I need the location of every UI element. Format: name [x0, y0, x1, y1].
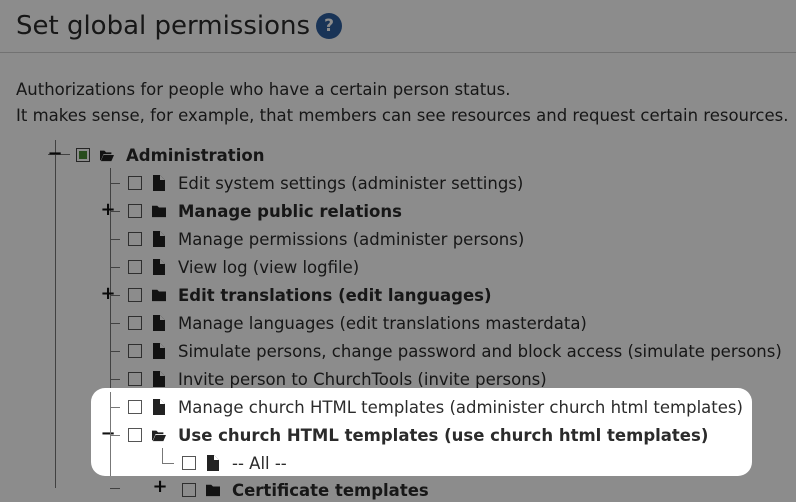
sub-line: [162, 448, 163, 464]
sub-branch: [162, 463, 174, 464]
highlight-layer: Manage church HTML templates (administer…: [0, 0, 796, 488]
file-icon: [153, 399, 165, 415]
permission-checkbox[interactable]: [128, 400, 142, 414]
tree-item-label: Manage church HTML templates (administer…: [178, 397, 743, 417]
tree-item[interactable]: Manage church HTML templates (administer…: [128, 395, 743, 419]
permission-checkbox[interactable]: [128, 428, 142, 442]
tree-branch: [110, 407, 120, 408]
cutoff-branch: [110, 488, 120, 489]
collapse-toggle[interactable]: −: [100, 425, 115, 443]
tree-item-label: -- All --: [232, 453, 287, 473]
tree-item-label: Use church HTML templates (use church ht…: [178, 425, 709, 445]
tree-level1-line-highlight: [110, 392, 111, 476]
tree-item[interactable]: Use church HTML templates (use church ht…: [128, 423, 708, 447]
folder-open-icon: [152, 430, 166, 442]
file-icon: [207, 455, 219, 471]
all-checkbox[interactable]: [182, 456, 196, 470]
tree-item-all[interactable]: -- All --: [182, 451, 287, 475]
